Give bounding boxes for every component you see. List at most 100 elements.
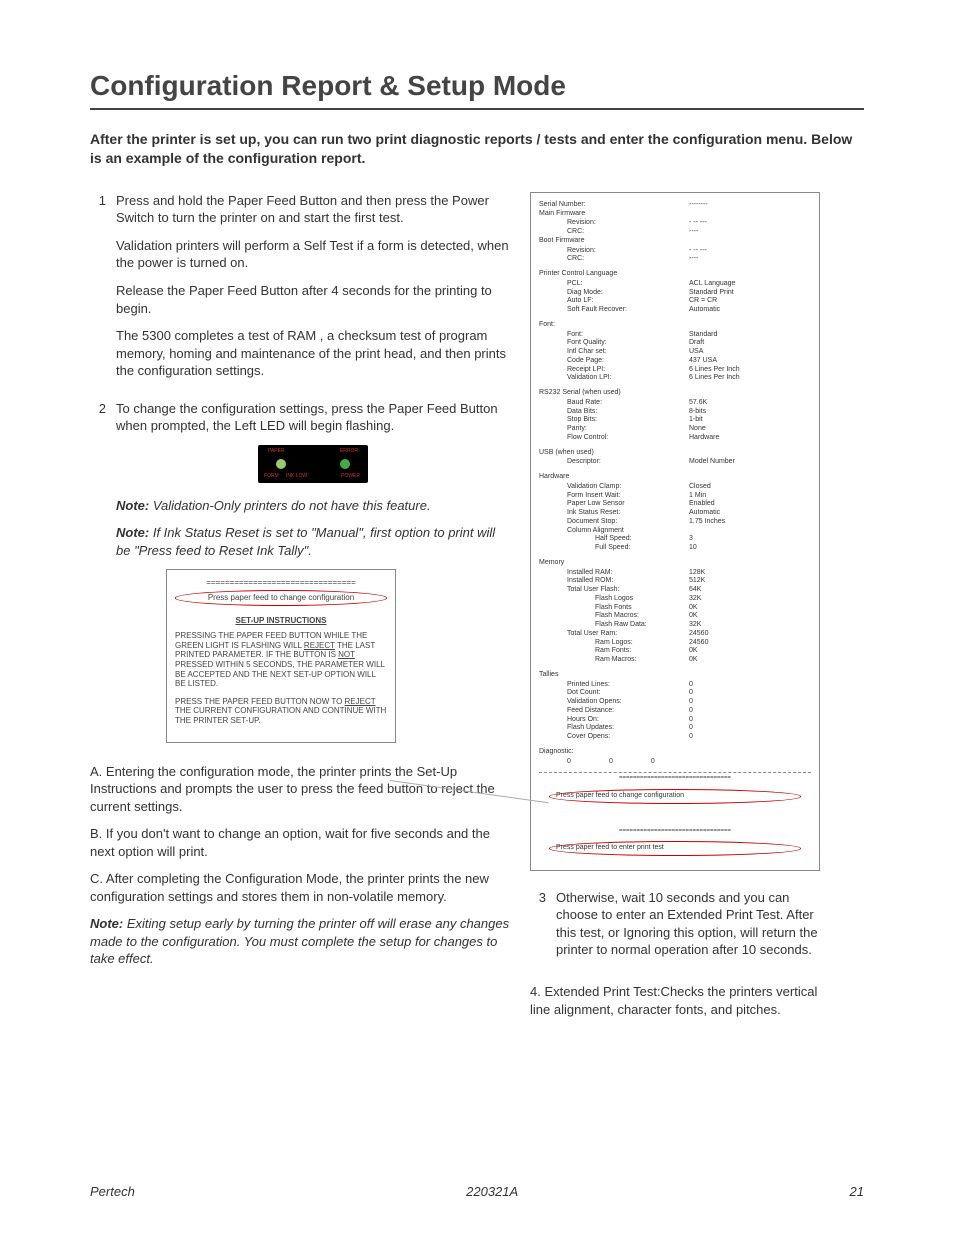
row-k: Data Bits: [539, 408, 689, 417]
report-row: Total User Flash:64K [539, 586, 811, 595]
row-k: Total User Flash: [539, 586, 689, 595]
step-1-p1: Press and hold the Paper Feed Button and… [116, 192, 510, 227]
report-row: Full Speed:10 [539, 544, 811, 553]
report-row: Stop Bits:1-bit [539, 416, 811, 425]
report-row: Total User Ram:24560 [539, 630, 811, 639]
row-k: CRC: [539, 255, 689, 264]
report-row: Flash Raw Data:32K [539, 621, 811, 630]
font-section: Font: Font:StandardFont Quality:DraftInt… [539, 321, 811, 383]
step-1-p3: Release the Paper Feed Button after 4 se… [116, 282, 510, 317]
section-title: Diagnostic: [539, 748, 811, 757]
row-k: Baud Rate: [539, 399, 689, 408]
report-row: Flash Logos32K [539, 595, 811, 604]
note-body: Validation-Only printers do not have thi… [149, 498, 430, 513]
setup-p2: PRESS THE PAPER FEED BUTTON NOW TO REJEC… [175, 697, 387, 726]
report-row: Diag Mode:Standard Print [539, 289, 811, 298]
row-v: ---- [689, 255, 811, 264]
diag-v: 0 [609, 758, 649, 767]
row-k: Soft Fault Recover: [539, 306, 689, 315]
divider-bar: ================================ [539, 828, 811, 836]
report-row: Ink Status Reset:Automatic [539, 509, 811, 518]
row-v: 128K [689, 569, 811, 578]
abc-c: C. After completing the Configuration Mo… [90, 870, 510, 905]
row-v: 0 [689, 716, 811, 725]
report-row: Flash Fonts0K [539, 604, 811, 613]
row-v: 0K [689, 656, 811, 665]
abc-note: Note: Exiting setup early by turning the… [90, 915, 510, 968]
row-k: Ram Fonts: [539, 647, 689, 656]
row-k: CRC: [539, 228, 689, 237]
section-title: Hardware [539, 473, 811, 482]
report-row: Dot Count:0 [539, 689, 811, 698]
section-title: USB (when used) [539, 449, 811, 458]
report-row: Auto LF:CR = CR [539, 297, 811, 306]
step-2-p1: To change the configuration settings, pr… [116, 400, 510, 435]
report-row: Hours On:0 [539, 716, 811, 725]
diag-v: 0 [567, 758, 607, 767]
row-v: 0K [689, 612, 811, 621]
row-k: Font Quality: [539, 339, 689, 348]
row-v: 6 Lines Per Inch [689, 374, 811, 383]
row-k: Ram Logos: [539, 639, 689, 648]
row-k: Full Speed: [539, 544, 689, 553]
row-v: 437 USA [689, 357, 811, 366]
led-panel-graphic: PAPER ERROR INK LOW FORM POWER [258, 445, 368, 483]
row-v: - -- --- [689, 247, 811, 256]
setup-bar: ================================ [175, 578, 387, 588]
report-row: Flow Control:Hardware [539, 434, 811, 443]
step-2-note-2: Note: If Ink Status Reset is set to "Man… [116, 524, 510, 559]
config-report-box: Serial Number:-------- Main Firmware Rev… [530, 192, 820, 871]
right-text-block: 3 Otherwise, wait 10 seconds and you can… [530, 889, 820, 1018]
footer-left: Pertech [90, 1184, 135, 1199]
report-row: Data Bits:8-bits [539, 408, 811, 417]
step-number: 1 [90, 192, 106, 390]
page-footer: Pertech 220321A 21 [90, 1184, 864, 1199]
row-v: 1 Min [689, 492, 811, 501]
step-1-p2: Validation printers will perform a Self … [116, 237, 510, 272]
setup-heading: SET-UP INSTRUCTIONS [175, 616, 387, 626]
step-1-p4: The 5300 completes a test of RAM , a che… [116, 327, 510, 380]
row-k: Half Speed: [539, 535, 689, 544]
row-v: Enabled [689, 500, 811, 509]
step-1: 1 Press and hold the Paper Feed Button a… [90, 192, 510, 390]
row-v: 3 [689, 535, 811, 544]
report-row: Document Stop:1.75 Inches [539, 518, 811, 527]
report-change-oval: Press paper feed to change configuration [549, 789, 801, 804]
row-k: Descriptor: [539, 458, 689, 467]
row-k: Receipt LPI: [539, 366, 689, 375]
step-2-note-1: Note: Validation-Only printers do not ha… [116, 497, 510, 515]
row-k: Form Insert Wait: [539, 492, 689, 501]
row-k: Paper Low Sensor [539, 500, 689, 509]
row-k: Dot Count: [539, 689, 689, 698]
page-title: Configuration Report & Setup Mode [90, 70, 864, 102]
report-row: PCL:ACL Language [539, 280, 811, 289]
section-title: Tallies [539, 671, 811, 680]
setup-p1: PRESSING THE PAPER FEED BUTTON WHILE THE… [175, 631, 387, 689]
report-row: Installed ROM:512K [539, 577, 811, 586]
report-row: Ram Logos:24560 [539, 639, 811, 648]
row-v: 0 [689, 681, 811, 690]
report-row: Column Alignment [539, 527, 811, 536]
row-v: 64K [689, 586, 811, 595]
step-number: 3 [530, 889, 546, 973]
row-k: Flash Logos [539, 595, 689, 604]
row-k: Feed Distance: [539, 707, 689, 716]
abc-b: B. If you don't want to change an option… [90, 825, 510, 860]
step-3: 3 Otherwise, wait 10 seconds and you can… [530, 889, 820, 973]
row-v: USA [689, 348, 811, 357]
intro-text: After the printer is set up, you can run… [90, 130, 864, 168]
row-k: PCL: [539, 280, 689, 289]
diag-section: Diagnostic: 0 0 0 [539, 748, 811, 767]
led-power-icon [340, 459, 350, 469]
row-k: Font: [539, 331, 689, 340]
row-k: Intl Char set: [539, 348, 689, 357]
row-k: Diag Mode: [539, 289, 689, 298]
row-k: Flow Control: [539, 434, 689, 443]
section-title: RS232 Serial (when used) [539, 389, 811, 398]
title-rule [90, 108, 864, 110]
report-row: Intl Char set:USA [539, 348, 811, 357]
row-v: 6 Lines Per Inch [689, 366, 811, 375]
setup-change-oval: Press paper feed to change configuration [175, 590, 387, 606]
row-k: Printed Lines: [539, 681, 689, 690]
row-k: Column Alignment [539, 527, 689, 536]
